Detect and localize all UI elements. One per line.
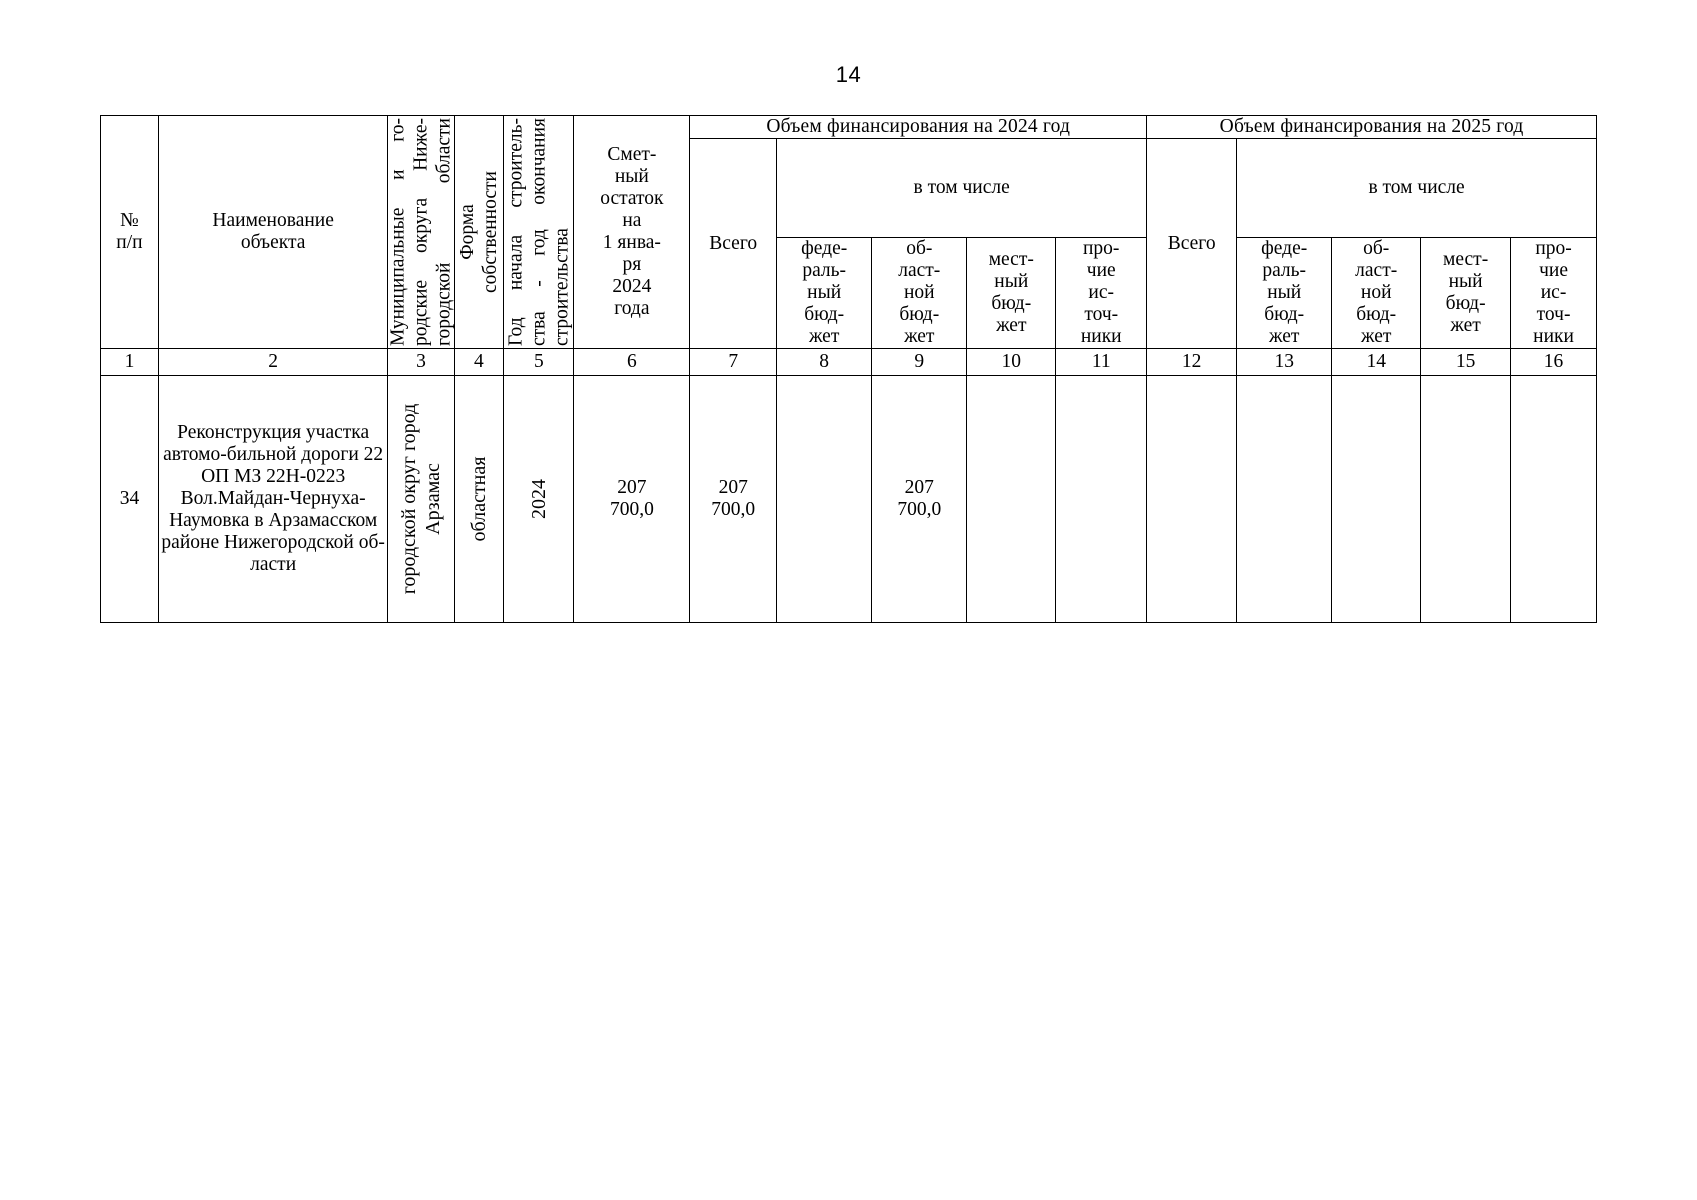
table-head: № п/п Наименование объекта Муниципальные…	[100, 114, 1597, 350]
cell-object-name: Реконструкция участка автомо-бильной дор…	[157, 375, 389, 623]
header-2025-federal: феде- раль- ный бюд- жет	[1236, 236, 1333, 350]
cell-municipal-text: городской округ город Арзамас	[397, 403, 444, 595]
column-number-14: 14	[1331, 348, 1422, 376]
header-group-2024: Объем финансирования на 2024 год	[689, 114, 1148, 140]
header-2024-regional: об- ласт- ной бюд- жет	[871, 236, 968, 350]
header-2024-in-that-number: в том числе	[776, 138, 1148, 238]
header-col-estimate-remainder: Смет- ный остаток на 1 янва- ря 2024 год…	[573, 115, 691, 349]
cell-row-no: 34	[100, 375, 159, 623]
header-2024-local: мест- ный бюд- жет	[966, 236, 1057, 350]
column-number-8: 8	[776, 348, 873, 376]
cell-estimate-remainder: 207 700,0	[573, 375, 691, 623]
column-number-2: 2	[157, 348, 389, 376]
header-row-group: № п/п Наименование объекта Муниципальные…	[100, 114, 1597, 349]
header-col-no: № п/п	[100, 115, 159, 349]
column-number-3: 3	[387, 348, 455, 376]
cell-2024-federal	[776, 375, 873, 623]
table-body: 1 2 3 4 5 6 7 8 9 10 11 12 13 14 15 16 3…	[100, 348, 1597, 623]
header-2024-total: Всего	[689, 138, 778, 349]
column-number-7: 7	[689, 348, 778, 376]
column-number-16: 16	[1510, 348, 1597, 376]
column-number-11: 11	[1055, 348, 1148, 376]
cell-ownership: областная	[453, 375, 505, 623]
header-2024-other: про- чие ис- точ- ники	[1055, 236, 1148, 350]
header-col-ownership-text: Форма собственности	[456, 171, 501, 293]
cell-ownership-text: областная	[467, 456, 490, 542]
cell-years-text: 2024	[527, 479, 550, 519]
header-col-ownership: Форма собственности	[453, 115, 505, 349]
column-number-6: 6	[573, 348, 691, 376]
table-row: 34 Реконструкция участка автомо-бильной …	[100, 375, 1597, 623]
header-col-municipal-text: Муниципальные и го- родские округа Ниже-…	[387, 118, 455, 346]
cell-2025-regional	[1331, 375, 1422, 623]
cell-2025-other	[1510, 375, 1597, 623]
cell-2024-regional: 207 700,0	[871, 375, 968, 623]
column-number-10: 10	[966, 348, 1057, 376]
header-col-municipal: Муниципальные и го- родские округа Ниже-…	[387, 115, 455, 349]
header-col-years: Год начала строитель- ства - год окончан…	[503, 115, 575, 349]
header-col-name: Наименование объекта	[157, 115, 389, 349]
column-number-1: 1	[100, 348, 159, 376]
header-2025-regional: об- ласт- ной бюд- жет	[1331, 236, 1422, 350]
document-page: 14 № п/п Наименование объекта Муниципаль…	[0, 0, 1697, 1200]
financing-table-container: № п/п Наименование объекта Муниципальные…	[100, 114, 1597, 623]
cell-2025-local	[1420, 375, 1512, 623]
column-number-4: 4	[453, 348, 505, 376]
cell-2024-other	[1055, 375, 1148, 623]
column-number-9: 9	[871, 348, 968, 376]
cell-municipal: городской округ город Арзамас	[387, 375, 455, 623]
header-2025-local: мест- ный бюд- жет	[1420, 236, 1512, 350]
cell-2025-federal	[1236, 375, 1333, 623]
header-2025-in-that-number: в том числе	[1236, 138, 1597, 238]
cell-2025-total	[1146, 375, 1238, 623]
page-number: 14	[835, 62, 862, 87]
header-col-years-text: Год начала строитель- ства - год окончан…	[505, 118, 573, 346]
column-number-5: 5	[503, 348, 575, 376]
column-number-13: 13	[1236, 348, 1333, 376]
header-group-2025: Объем финансирования на 2025 год	[1146, 114, 1597, 140]
header-2025-other: про- чие ис- точ- ники	[1510, 236, 1597, 350]
header-2024-federal: феде- раль- ный бюд- жет	[776, 236, 873, 350]
cell-2024-local	[966, 375, 1057, 623]
financing-table: № п/п Наименование объекта Муниципальные…	[100, 114, 1597, 623]
column-number-row: 1 2 3 4 5 6 7 8 9 10 11 12 13 14 15 16	[100, 348, 1597, 376]
cell-2024-total: 207 700,0	[689, 375, 778, 623]
column-number-12: 12	[1146, 348, 1238, 376]
cell-years: 2024	[503, 375, 575, 623]
column-number-15: 15	[1420, 348, 1512, 376]
header-2025-total: Всего	[1146, 138, 1238, 349]
